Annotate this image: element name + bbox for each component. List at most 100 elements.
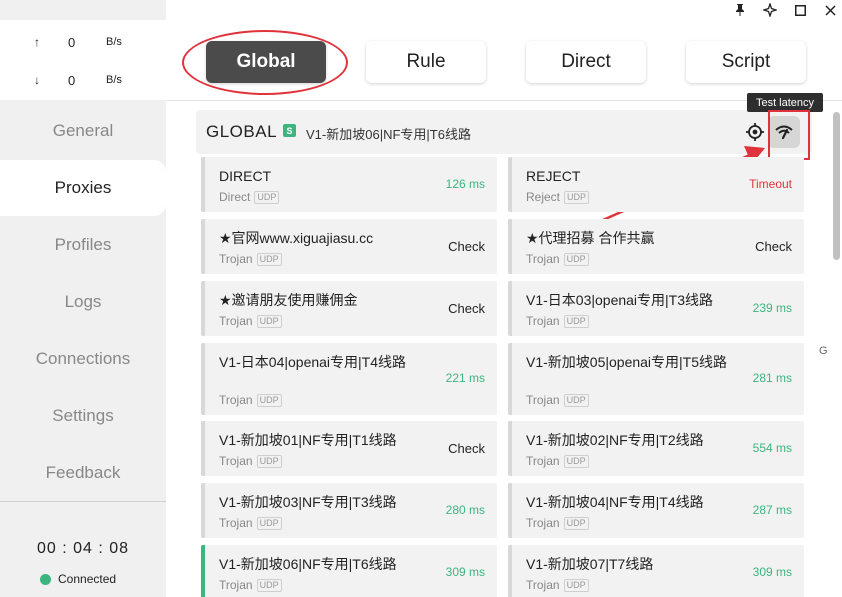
proxy-type-label: Trojan	[219, 454, 253, 468]
proxy-name: V1-新加坡03|NF专用|T3线路	[219, 494, 397, 510]
group-current-proxy: V1-新加坡06|NF专用|T6线路	[306, 127, 471, 142]
proxy-type-label: Direct	[219, 190, 251, 204]
proxy-name: V1-新加坡01|NF专用|T1线路	[219, 432, 397, 448]
annotation-ellipse	[182, 30, 348, 95]
close-button[interactable]	[815, 0, 842, 20]
udp-badge: UDP	[563, 314, 589, 328]
proxy-card[interactable]: ★官网www.xiguajiasu.cc Trojan UDP Check	[201, 219, 497, 274]
check-latency-button[interactable]: Check	[755, 239, 792, 254]
mode-tab-direct[interactable]: Direct	[526, 41, 646, 83]
proxy-type: Reject UDP	[526, 190, 590, 204]
proxy-type: Trojan UDP	[526, 314, 589, 328]
udp-badge: UDP	[564, 190, 590, 204]
proxy-card[interactable]: ★邀请朋友使用赚佣金 Trojan UDP Check	[201, 281, 497, 336]
udp-badge: UDP	[256, 454, 282, 468]
latency-value: 221 ms	[445, 371, 485, 385]
locate-button[interactable]	[745, 122, 765, 142]
proxy-card[interactable]: V1-新加坡07|T7线路 Trojan UDP 309 ms	[508, 545, 804, 597]
sidebar-item-proxies[interactable]: Proxies	[0, 160, 166, 216]
udp-badge: UDP	[256, 314, 282, 328]
check-latency-button[interactable]: Check	[448, 441, 485, 456]
restore-button[interactable]	[755, 0, 785, 20]
proxy-type-label: Trojan	[219, 314, 253, 328]
pin-button[interactable]	[725, 0, 755, 20]
latency-value: 309 ms	[752, 565, 792, 579]
mode-tab-script[interactable]: Script	[686, 41, 806, 83]
sidebar-item-profiles[interactable]: Profiles	[0, 217, 166, 273]
proxy-type: Trojan UDP	[526, 393, 589, 407]
latency-value: 309 ms	[445, 565, 485, 579]
latency-value: 280 ms	[445, 503, 485, 517]
udp-badge: UDP	[254, 190, 280, 204]
udp-badge: UDP	[563, 454, 589, 468]
proxy-type: Trojan UDP	[219, 393, 282, 407]
proxy-card[interactable]: V1-新加坡04|NF专用|T4线路 Trojan UDP 287 ms	[508, 483, 804, 538]
proxy-type-label: Trojan	[219, 252, 253, 266]
proxy-group-header[interactable]: GLOBAL S V1-新加坡06|NF专用|T6线路	[196, 110, 812, 154]
proxy-type: Trojan UDP	[219, 516, 282, 530]
upload-unit: B/s	[106, 36, 122, 48]
proxy-type-label: Trojan	[526, 314, 560, 328]
upload-speed: ↑ 0 B/s	[0, 33, 166, 53]
proxy-card[interactable]: V1-新加坡05|openai专用|T5线路 Trojan UDP 281 ms	[508, 343, 804, 415]
download-speed: ↓ 0 B/s	[0, 71, 166, 91]
proxy-card[interactable]: V1-日本03|openai专用|T3线路 Trojan UDP 239 ms	[508, 281, 804, 336]
download-unit: B/s	[106, 74, 122, 86]
annotation-rectangle	[768, 110, 810, 160]
maximize-icon	[794, 4, 806, 16]
sidebar-divider	[0, 501, 166, 502]
proxy-name: V1-新加坡02|NF专用|T2线路	[526, 432, 704, 448]
udp-badge: UDP	[563, 252, 589, 266]
sidebar-item-feedback[interactable]: Feedback	[0, 445, 166, 501]
side-glyph: G	[819, 345, 828, 357]
sidebar-item-general[interactable]: General	[0, 103, 166, 159]
udp-badge: UDP	[256, 252, 282, 266]
traffic-panel: ↑ 0 B/s ↓ 0 B/s	[0, 20, 166, 100]
proxy-type-label: Trojan	[526, 454, 560, 468]
check-latency-button[interactable]: Check	[448, 239, 485, 254]
proxy-type: Trojan UDP	[526, 454, 589, 468]
udp-badge: UDP	[256, 516, 282, 530]
latency-value: 554 ms	[752, 441, 792, 455]
proxy-card[interactable]: V1-新加坡06|NF专用|T6线路 Trojan UDP 309 ms	[201, 545, 497, 597]
proxy-type-label: Trojan	[219, 578, 253, 592]
target-icon	[746, 123, 764, 141]
sidebar-item-settings[interactable]: Settings	[0, 388, 166, 444]
proxy-type-label: Trojan	[526, 516, 560, 530]
proxy-name: DIRECT	[219, 168, 272, 184]
upload-value: 0	[68, 35, 76, 50]
uptime-timer: 00 : 04 : 08	[36, 540, 130, 557]
proxy-card[interactable]: ★代理招募 合作共赢 Trojan UDP Check	[508, 219, 804, 274]
proxy-card[interactable]: V1-日本04|openai专用|T4线路 Trojan UDP 221 ms	[201, 343, 497, 415]
sidebar-item-connections[interactable]: Connections	[0, 331, 166, 387]
proxy-name: ★邀请朋友使用赚佣金	[219, 292, 358, 308]
proxy-card[interactable]: REJECT Reject UDP Timeout	[508, 157, 804, 212]
close-icon	[824, 4, 836, 16]
proxy-type: Trojan UDP	[219, 252, 282, 266]
proxy-type: Trojan UDP	[219, 578, 282, 592]
proxy-type-label: Reject	[526, 190, 561, 204]
udp-badge: UDP	[563, 516, 589, 530]
udp-badge: UDP	[256, 578, 282, 592]
connection-status: Connected	[40, 572, 116, 586]
proxy-card[interactable]: V1-新加坡03|NF专用|T3线路 Trojan UDP 280 ms	[201, 483, 497, 538]
latency-value: 126 ms	[445, 177, 485, 191]
proxy-type: Direct UDP	[219, 190, 280, 204]
maximize-button[interactable]	[785, 0, 815, 20]
mode-tab-rule[interactable]: Rule	[366, 41, 486, 83]
proxy-card[interactable]: DIRECT Direct UDP 126 ms	[201, 157, 497, 212]
check-latency-button[interactable]: Check	[448, 301, 485, 316]
connection-status-label: Connected	[58, 572, 117, 586]
udp-badge: UDP	[256, 393, 282, 407]
proxy-card[interactable]: V1-新加坡02|NF专用|T2线路 Trojan UDP 554 ms	[508, 421, 804, 476]
proxy-type: Trojan UDP	[526, 252, 589, 266]
proxy-card[interactable]: V1-新加坡01|NF专用|T1线路 Trojan UDP Check	[201, 421, 497, 476]
proxy-type-label: Trojan	[526, 393, 560, 407]
group-name: GLOBAL	[206, 122, 278, 141]
scrollbar-thumb[interactable]	[833, 112, 840, 260]
sidebar-item-logs[interactable]: Logs	[0, 274, 166, 330]
proxy-type-label: Trojan	[526, 578, 560, 592]
proxy-name: V1-新加坡05|openai专用|T5线路	[526, 354, 728, 370]
proxy-name: V1-新加坡06|NF专用|T6线路	[219, 556, 397, 572]
proxy-type: Trojan UDP	[526, 516, 589, 530]
